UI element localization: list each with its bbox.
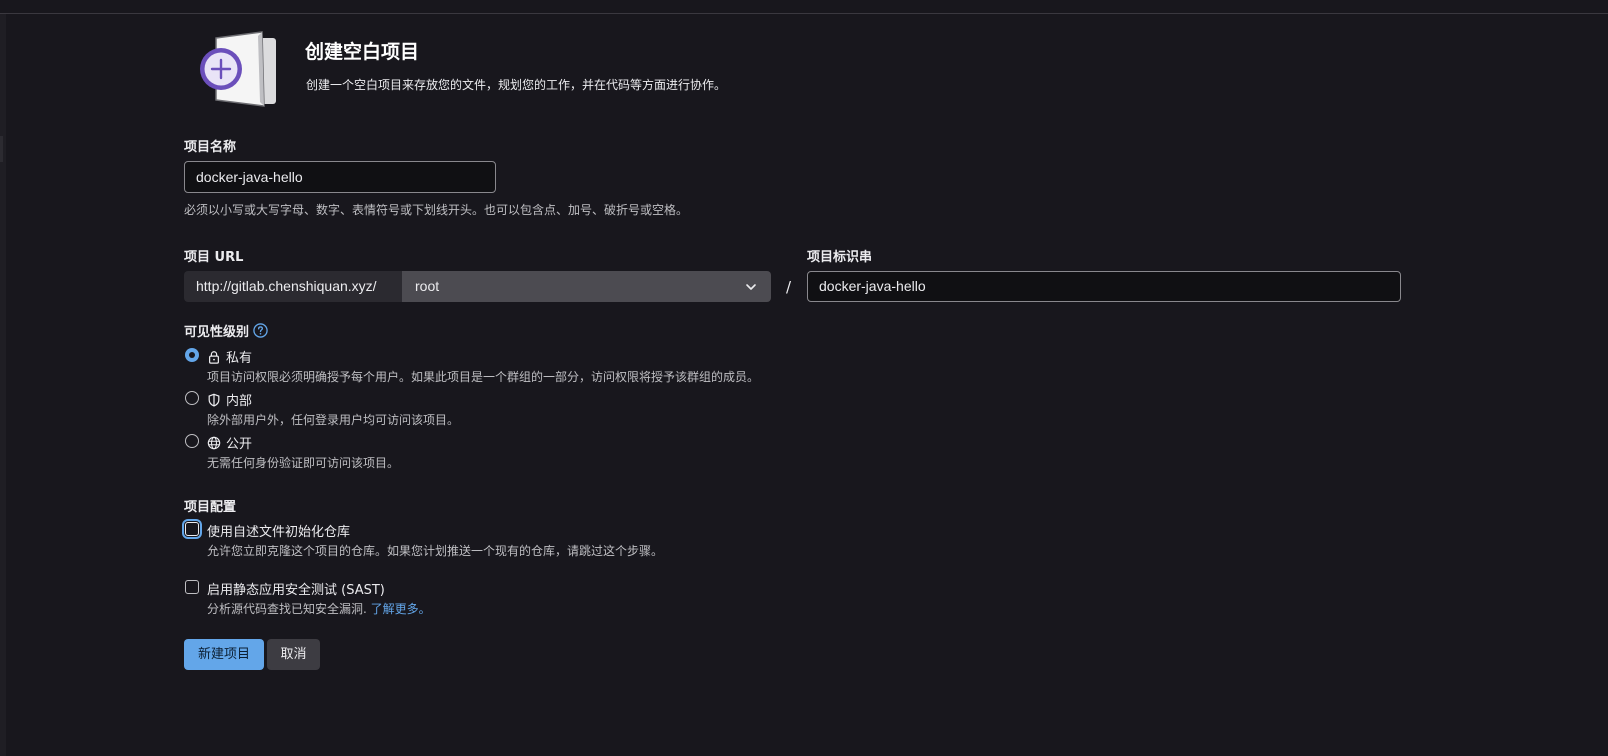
visibility-internal-description: 除外部用户外，任何登录用户均可访问该项目。 xyxy=(207,413,460,427)
readme-label[interactable]: 使用自述文件初始化仓库 xyxy=(207,521,350,540)
sidebar-edge xyxy=(0,14,6,756)
page-subtitle: 创建一个空白项目来存放您的文件，规划您的工作，并在代码等方面进行协作。 xyxy=(306,78,727,92)
visibility-internal-label: 内部 xyxy=(226,394,253,409)
visibility-private-radio[interactable] xyxy=(185,348,199,362)
visibility-label-text: 可见性级别 xyxy=(184,325,250,340)
project-name-label: 项目名称 xyxy=(184,140,237,155)
visibility-internal-option[interactable]: 内部 xyxy=(207,390,252,409)
visibility-public-label: 公开 xyxy=(226,437,253,452)
sast-label[interactable]: 启用静态应用安全测试 (SAST) xyxy=(207,579,385,598)
create-project-button[interactable]: 新建项目 xyxy=(184,639,264,670)
url-separator: / xyxy=(786,278,792,296)
namespace-select-value: root xyxy=(415,278,440,294)
shield-icon xyxy=(208,393,220,407)
project-slug-label: 项目标识串 xyxy=(807,250,873,265)
visibility-private-option[interactable]: 私有 xyxy=(207,347,252,366)
project-name-help: 必须以小写或大写字母、数字、表情符号或下划线开头。也可以包含点、加号、破折号或空… xyxy=(184,203,689,217)
plus-document-icon xyxy=(200,31,276,107)
project-url-prefix: http://gitlab.chenshiquan.xyz/ xyxy=(184,271,402,302)
globe-icon xyxy=(207,436,221,449)
question-circle-icon[interactable] xyxy=(253,323,268,338)
sidebar-collapse-notch[interactable] xyxy=(0,136,3,162)
visibility-internal-radio[interactable] xyxy=(185,391,199,405)
learn-more-link[interactable]: 了解更多。 xyxy=(371,602,431,616)
chevron-down-icon xyxy=(746,284,756,290)
visibility-public-description: 无需任何身份验证即可访问该项目。 xyxy=(207,456,400,470)
sast-description: 分析源代码查找已知安全漏洞. 了解更多。 xyxy=(207,600,431,617)
project-slug-input[interactable]: docker-java-hello xyxy=(807,271,1401,302)
sast-description-text: 分析源代码查找已知安全漏洞. xyxy=(207,602,367,616)
page-title: 创建空白项目 xyxy=(305,41,420,63)
namespace-select[interactable]: root xyxy=(402,271,771,302)
lock-icon xyxy=(209,350,219,364)
visibility-private-label: 私有 xyxy=(226,351,253,366)
readme-checkbox[interactable] xyxy=(185,522,199,536)
cancel-button[interactable]: 取消 xyxy=(267,639,320,670)
visibility-public-option[interactable]: 公开 xyxy=(207,433,252,452)
visibility-public-radio[interactable] xyxy=(185,434,199,448)
project-url-label: 项目 URL xyxy=(184,250,244,265)
sast-checkbox[interactable] xyxy=(185,580,199,594)
project-config-label: 项目配置 xyxy=(184,500,237,515)
visibility-private-description: 项目访问权限必须明确授予每个用户。如果此项目是一个群组的一部分，访问权限将授予该… xyxy=(207,370,760,384)
top-bar xyxy=(0,0,1608,14)
visibility-label: 可见性级别 xyxy=(184,321,268,340)
readme-description: 允许您立即克隆这个项目的仓库。如果您计划推送一个现有的仓库，请跳过这个步骤。 xyxy=(207,544,664,558)
project-name-input[interactable]: docker-java-hello xyxy=(184,161,496,193)
